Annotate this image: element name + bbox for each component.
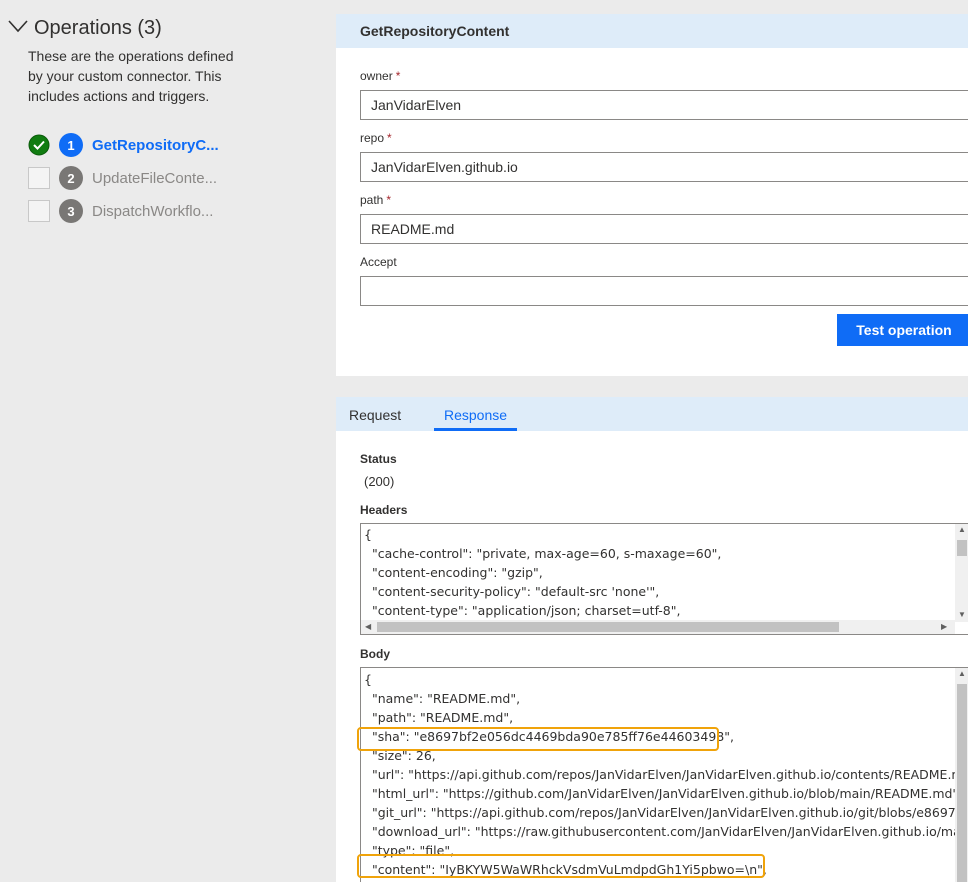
code-line: "cache-control": "private, max-age=60, s…: [364, 546, 722, 561]
body-label: Body: [360, 647, 390, 661]
repo-input[interactable]: [360, 152, 968, 182]
scroll-up-icon[interactable]: ▲: [958, 525, 966, 534]
path-label: path *: [360, 193, 392, 207]
operation-item-update-file-content[interactable]: 2 UpdateFileConte...: [28, 165, 217, 191]
code-line: "html_url": "https://github.com/JanVidar…: [364, 786, 963, 801]
code-line: "content-security-policy": "default-src …: [364, 584, 660, 599]
code-line: "content-encoding": "gzip",: [364, 565, 543, 580]
operation-label: GetRepositoryC...: [92, 136, 219, 154]
owner-label: owner *: [360, 69, 401, 83]
headers-horizontal-scrollbar[interactable]: ◀ ▶: [361, 620, 955, 634]
code-line: {: [364, 672, 372, 687]
operation-card: GetRepositoryContent owner* repo* path* …: [336, 14, 968, 376]
operation-label: DispatchWorkflo...: [92, 202, 214, 220]
scrollbar-thumb[interactable]: [377, 622, 839, 632]
status-value: (200): [364, 474, 395, 489]
scroll-left-icon[interactable]: ◀: [365, 622, 371, 631]
tab-response-label: Response: [443, 407, 508, 423]
response-panel: Request Response Status (200) Headers { …: [336, 397, 968, 882]
headers-content: { "cache-control": "private, max-age=60,…: [364, 525, 721, 620]
operation-number-badge: 3: [59, 199, 83, 223]
operations-toggle[interactable]: Operations (3): [8, 14, 162, 42]
body-textarea[interactable]: { "name": "README.md", "path": "README.m…: [360, 667, 968, 882]
operations-title: Operations (3): [34, 16, 162, 39]
scroll-down-icon[interactable]: ▼: [958, 610, 966, 619]
chevron-down-icon: [8, 19, 28, 38]
check-circle-icon: [28, 134, 50, 156]
scroll-right-icon[interactable]: ▶: [941, 622, 947, 631]
code-line: "git_url": "https://api.github.com/repos…: [371, 805, 968, 820]
headers-textarea[interactable]: { "cache-control": "private, max-age=60,…: [360, 523, 968, 635]
code-line: "download_url": "https://raw.githubuserc…: [371, 824, 968, 839]
path-input[interactable]: [360, 214, 968, 244]
repo-label: repo *: [360, 131, 392, 145]
body-vertical-scrollbar[interactable]: ▲: [955, 668, 968, 882]
accept-input[interactable]: [360, 276, 968, 306]
code-line: "name": "README.md",: [364, 691, 521, 706]
operation-label: UpdateFileConte...: [92, 169, 218, 187]
code-line: "content-type": "application/json; chars…: [364, 603, 681, 618]
code-line: "path": "README.md",: [364, 710, 514, 725]
headers-label: Headers: [360, 503, 408, 517]
code-line: "url": "https://api.github.com/repos/Jan…: [371, 767, 968, 782]
scrollbar-thumb[interactable]: [957, 684, 967, 882]
test-operation-button[interactable]: Test operation: [837, 314, 968, 346]
content-highlight: [357, 854, 765, 878]
scrollbar-thumb[interactable]: [957, 540, 967, 556]
accept-label: Accept: [360, 255, 397, 269]
checkbox[interactable]: [28, 200, 50, 222]
scroll-up-icon[interactable]: ▲: [958, 669, 966, 678]
body-content: { "name": "README.md", "path": "README.m…: [364, 670, 968, 879]
owner-input[interactable]: [360, 90, 968, 120]
response-tabs: Request Response: [336, 397, 968, 431]
operation-item-dispatch-workflow[interactable]: 3 DispatchWorkflo...: [28, 198, 213, 224]
operation-item-get-repository-content[interactable]: 1 GetRepositoryC...: [28, 132, 219, 158]
code-line: {: [364, 527, 372, 542]
operations-panel: Operations (3) These are the operations …: [0, 0, 336, 882]
status-label: Status: [360, 452, 397, 466]
sha-highlight: [357, 727, 719, 751]
operation-title: GetRepositoryContent: [336, 14, 968, 48]
tab-selected-indicator: [434, 428, 517, 431]
operation-number-badge: 2: [59, 166, 83, 190]
tab-response[interactable]: Response: [434, 397, 517, 431]
operation-number-badge: 1: [59, 133, 83, 157]
operations-description: These are the operations defined by your…: [28, 48, 234, 104]
headers-vertical-scrollbar[interactable]: ▲ ▼: [955, 524, 968, 622]
tab-request[interactable]: Request: [349, 397, 401, 431]
checkbox[interactable]: [28, 167, 50, 189]
